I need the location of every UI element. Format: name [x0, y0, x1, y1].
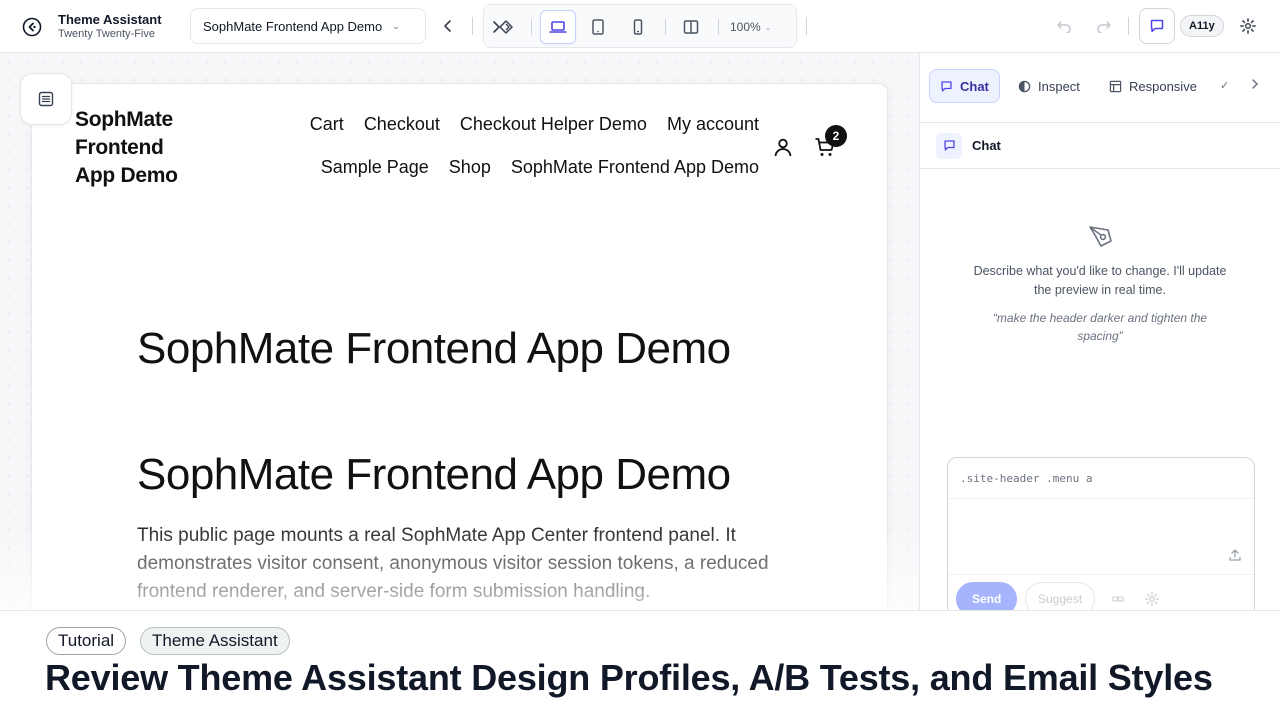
- theme-name: Twenty Twenty-Five: [58, 28, 155, 40]
- chat-header-icon-box: [936, 132, 962, 159]
- tab-inspect-label: Inspect: [1038, 78, 1080, 94]
- cart-count-badge: 2: [825, 125, 847, 147]
- tabs-overflow-button[interactable]: ✓: [1220, 79, 1229, 92]
- composer-settings-button[interactable]: [1142, 589, 1162, 609]
- divider: [665, 19, 666, 35]
- desktop-view-button[interactable]: [540, 10, 576, 44]
- contrast-icon: [1018, 80, 1031, 92]
- top-toolbar: Theme Assistant Twenty Twenty-Five SophM…: [0, 0, 1280, 53]
- link-button[interactable]: [1108, 589, 1128, 609]
- tab-chat[interactable]: Chat: [929, 69, 1000, 103]
- menu-item-sophmate-demo[interactable]: SophMate Frontend App Demo: [511, 157, 759, 178]
- back-button[interactable]: [20, 15, 44, 39]
- divider: [806, 17, 807, 35]
- undo-button[interactable]: [1054, 16, 1074, 36]
- divider: [948, 574, 1254, 575]
- send-button[interactable]: Send: [956, 582, 1018, 610]
- chat-composer: .site-header .menu a Send Suggest: [947, 457, 1255, 610]
- page-selector-value: SophMate Frontend App Demo: [203, 18, 383, 34]
- phone-icon: [633, 19, 643, 35]
- tablet-icon: [592, 19, 604, 35]
- tablet-view-button[interactable]: [580, 10, 616, 44]
- tabs-scroll-right-button[interactable]: [1250, 77, 1260, 94]
- previous-button[interactable]: [440, 17, 456, 35]
- menu-item-cart[interactable]: Cart: [310, 114, 344, 135]
- redo-icon: [1097, 21, 1111, 33]
- menu-item-checkout[interactable]: Checkout: [364, 114, 440, 135]
- undo-icon: [1057, 21, 1071, 33]
- chat-toggle-button[interactable]: [1139, 8, 1175, 44]
- caption-headline: Review Theme Assistant Design Profiles, …: [45, 657, 1213, 698]
- sidebar-list-icon: [38, 91, 54, 107]
- site-preview-frame: SophMate Frontend App Demo Cart Checkout…: [31, 83, 888, 610]
- diamond-icon: [499, 20, 513, 34]
- link-icon: [1111, 596, 1125, 602]
- settings-button[interactable]: [1238, 16, 1258, 36]
- message-input[interactable]: [948, 500, 1254, 574]
- upload-button[interactable]: [1228, 548, 1242, 562]
- site-menu-row-2: Sample Page Shop SophMate Frontend App D…: [321, 157, 759, 178]
- gear-icon: [1145, 592, 1159, 606]
- mobile-view-button[interactable]: [620, 10, 656, 44]
- suggest-button[interactable]: Suggest: [1025, 582, 1096, 610]
- split-view-button[interactable]: [673, 10, 709, 44]
- gear-icon: [1240, 18, 1256, 34]
- divider: [1128, 17, 1129, 35]
- menu-item-checkout-helper-demo[interactable]: Checkout Helper Demo: [460, 114, 647, 135]
- chat-header: Chat: [920, 123, 1280, 169]
- assistant-panel: Chat Inspect Responsive ✓ Chat Describe …: [919, 53, 1280, 610]
- selector-input[interactable]: .site-header .menu a: [948, 458, 1254, 499]
- zoom-value: 100%: [730, 20, 761, 34]
- divider: [531, 19, 532, 35]
- pen-tool-icon: [1086, 221, 1116, 251]
- divider: [718, 19, 719, 35]
- divider: [472, 17, 473, 35]
- redo-button[interactable]: [1094, 16, 1114, 36]
- chat-example-prompt: “make the header darker and tighten the …: [992, 311, 1208, 343]
- tab-inspect[interactable]: Inspect: [1008, 69, 1090, 103]
- caption-banner: Tutorial Theme Assistant Review Theme As…: [0, 610, 1280, 720]
- menu-item-sample-page[interactable]: Sample Page: [321, 157, 429, 178]
- page-selector[interactable]: SophMate Frontend App Demo ⌄: [190, 8, 426, 44]
- chat-empty-message: Describe what you'd like to change. I'll…: [973, 264, 1227, 297]
- page-intro-paragraph: This public page mounts a real SophMate …: [137, 525, 769, 602]
- chat-header-title: Chat: [972, 138, 1001, 153]
- chevron-down-icon: ⌄: [392, 20, 400, 31]
- chat-bubble-icon: [943, 140, 955, 151]
- preview-canvas: SophMate Frontend App Demo Cart Checkout…: [0, 53, 919, 610]
- layout-icon: [1109, 80, 1122, 92]
- chat-bubble-icon: [941, 80, 952, 92]
- chat-bubble-icon: [1150, 19, 1164, 33]
- menu-item-my-account[interactable]: My account: [667, 114, 759, 135]
- tab-responsive[interactable]: Responsive: [1099, 69, 1207, 103]
- laptop-icon: [549, 21, 567, 33]
- device-toolbar: 100% ⌄: [483, 4, 797, 48]
- upload-icon: [1229, 549, 1241, 561]
- zoom-select[interactable]: 100% ⌄: [730, 5, 771, 49]
- chevron-down-icon: ⌄: [764, 22, 772, 32]
- site-menu-row-1: Cart Checkout Checkout Helper Demo My ac…: [310, 114, 759, 135]
- tag-theme-assistant: Theme Assistant: [140, 627, 290, 655]
- panel-tabs: Chat Inspect Responsive ✓: [920, 53, 1280, 123]
- sidebar-toggle-button[interactable]: [20, 73, 72, 125]
- chevron-right-icon: [1252, 79, 1259, 89]
- page-heading: SophMate Frontend App Demo: [137, 450, 731, 499]
- user-icon: [774, 138, 792, 157]
- account-button[interactable]: [772, 136, 794, 158]
- site-title[interactable]: SophMate Frontend App Demo: [75, 106, 195, 190]
- page-title: SophMate Frontend App Demo: [137, 324, 731, 373]
- a11y-button[interactable]: A11y: [1180, 15, 1224, 37]
- tab-chat-label: Chat: [960, 78, 989, 94]
- split-view-icon: [683, 20, 699, 34]
- app-title: Theme Assistant: [58, 12, 162, 27]
- tab-responsive-label: Responsive: [1129, 78, 1197, 94]
- tag-tutorial: Tutorial: [46, 627, 127, 655]
- chevron-left-icon: [444, 20, 451, 32]
- menu-item-shop[interactable]: Shop: [449, 157, 491, 178]
- back-circle-icon: [22, 17, 42, 37]
- diamond-button[interactable]: [496, 10, 516, 44]
